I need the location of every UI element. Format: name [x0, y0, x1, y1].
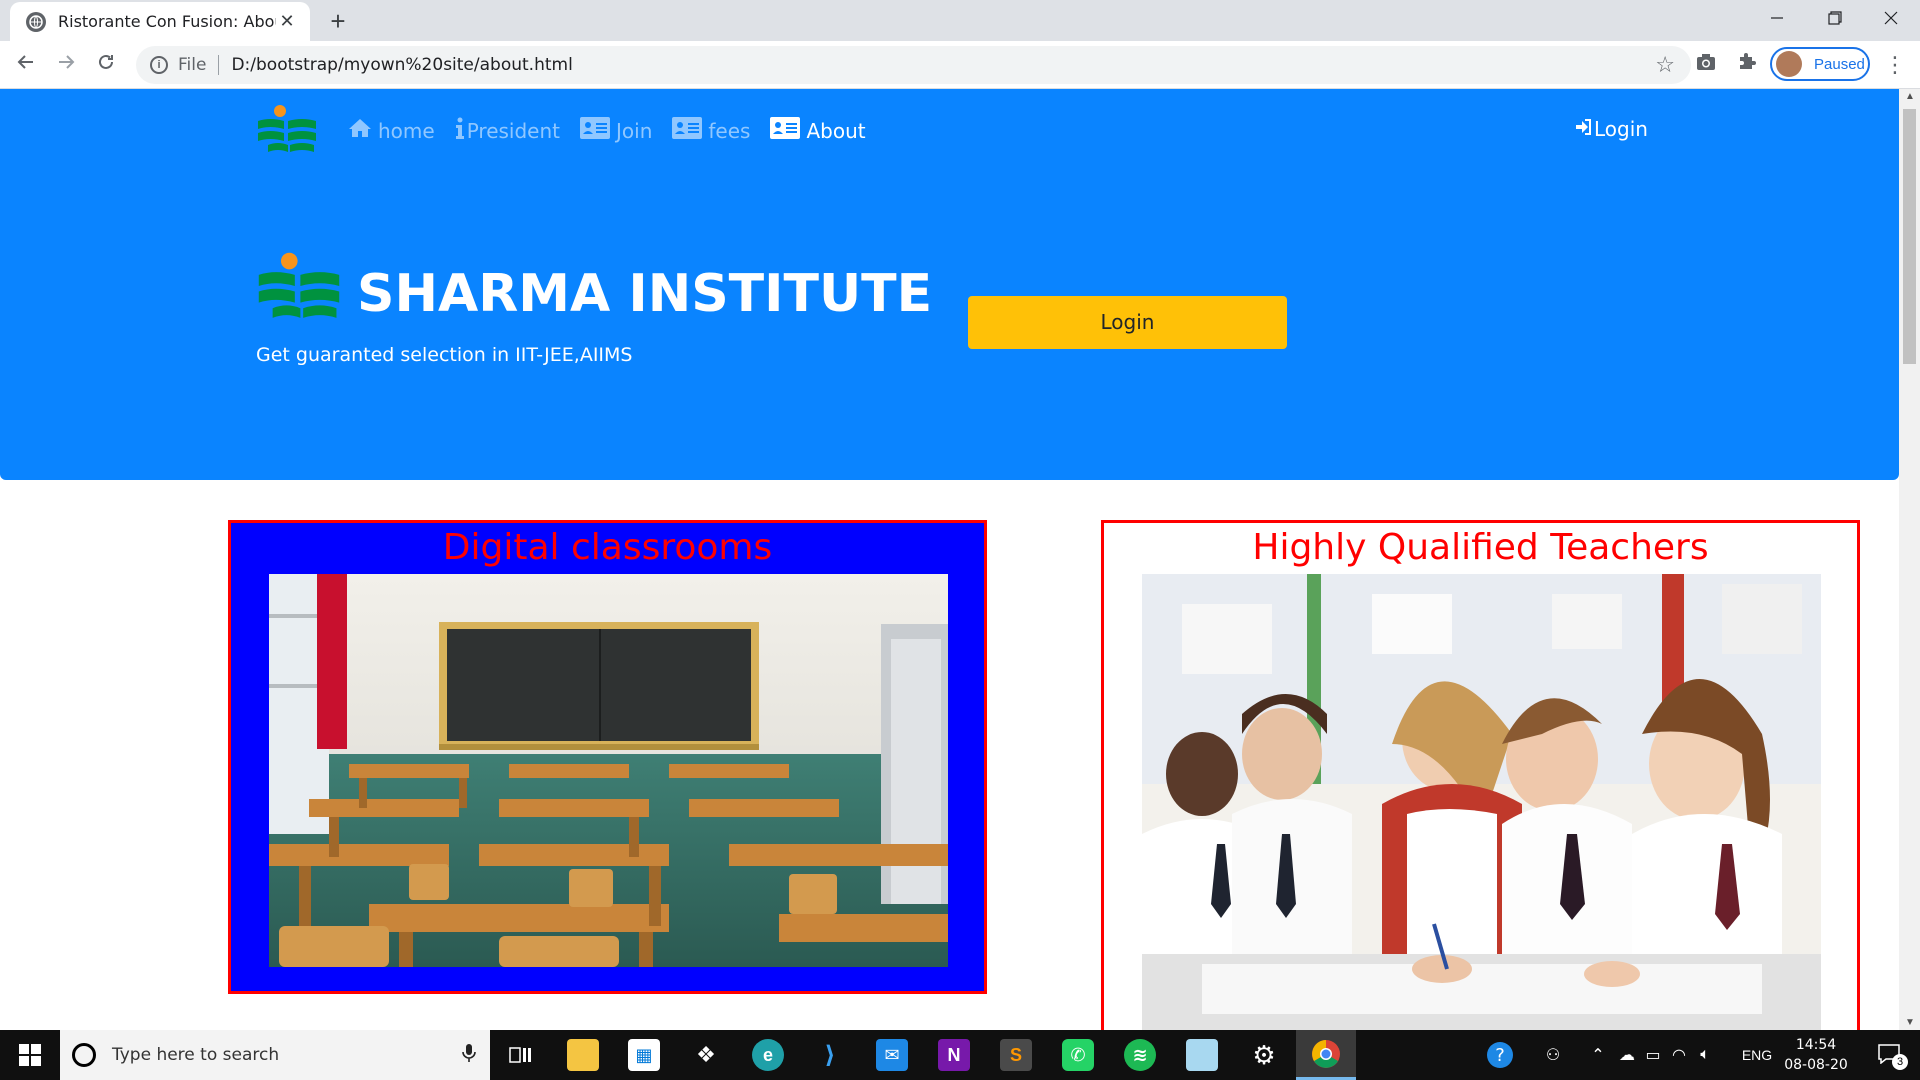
url-text[interactable]: D:/bootstrap/myown%20site/about.html [231, 55, 572, 75]
address-bar[interactable]: i File D:/bootstrap/myown%20site/about.h… [136, 46, 1691, 84]
sign-in-icon [1576, 117, 1592, 141]
restore-icon[interactable] [1806, 0, 1864, 41]
onedrive-icon[interactable]: ☁ [1614, 1030, 1640, 1080]
language-indicator[interactable]: ENG [1740, 1030, 1774, 1080]
tab-title: Ristorante Con Fusion: About Us [58, 12, 276, 31]
close-tab-icon[interactable]: ✕ [276, 11, 298, 32]
card-title: Digital classrooms [442, 527, 773, 568]
task-view-icon[interactable] [490, 1030, 550, 1080]
nav-item-label: Join [616, 118, 653, 143]
file-explorer-icon[interactable] [553, 1030, 613, 1080]
microphone-icon[interactable] [462, 1043, 476, 1068]
brand-logo[interactable] [256, 105, 318, 153]
nav-item-label: President [466, 118, 560, 143]
navbar-login-link[interactable]: Login [1576, 117, 1648, 141]
hero-subtitle: Get guaranted selection in IIT-JEE,AIIMS [256, 344, 633, 366]
notes-app-icon[interactable] [1172, 1030, 1232, 1080]
nav-item-label: About [806, 118, 866, 143]
browser-toolbar: i File D:/bootstrap/myown%20site/about.h… [0, 41, 1920, 89]
windows-start-icon[interactable] [0, 1030, 60, 1080]
store-icon[interactable]: ▦ [614, 1030, 674, 1080]
camera-icon[interactable] [1692, 51, 1720, 79]
bookmark-star-icon[interactable]: ☆ [1655, 52, 1675, 78]
dropbox-icon[interactable]: ❖ [676, 1030, 736, 1080]
nav-item-about[interactable]: About [770, 117, 866, 144]
profile-button[interactable]: Paused [1770, 47, 1870, 81]
mail-icon[interactable]: ✉ [862, 1030, 922, 1080]
info-icon [455, 117, 465, 144]
chevron-up-icon[interactable]: ⌃ [1585, 1030, 1611, 1080]
sublime-text-icon[interactable]: S [986, 1030, 1046, 1080]
nav-item-president[interactable]: President [455, 117, 560, 144]
scrollbar-thumb[interactable] [1903, 109, 1916, 364]
info-icon[interactable]: i [150, 56, 168, 74]
institute-logo [258, 252, 340, 318]
back-arrow-icon[interactable] [8, 47, 44, 83]
address-card-icon [580, 117, 610, 144]
hero-login-button[interactable]: Login [968, 296, 1287, 349]
windows-taskbar: Type here to search ▦ ❖ e ⟩ ✉ N S ✆ ≋ ⚙ … [0, 1030, 1920, 1080]
nav-item-fees[interactable]: fees [672, 117, 750, 144]
svg-text:?: ? [1495, 1045, 1505, 1066]
more-menu-icon[interactable]: ⋮ [1884, 51, 1906, 79]
cortana-icon [72, 1043, 96, 1067]
nav-links: home President Join fees About [348, 117, 886, 144]
feature-card-classrooms: Digital classrooms [228, 520, 987, 994]
omnibox-separator [218, 55, 220, 75]
taskbar-clock[interactable]: 14:54 08-08-20 [1776, 1035, 1856, 1075]
nav-item-join[interactable]: Join [580, 117, 652, 144]
classroom-photo [269, 574, 948, 967]
url-scheme: File [178, 55, 207, 75]
new-tab-button[interactable]: + [322, 6, 354, 38]
profile-status: Paused [1814, 55, 1865, 73]
search-placeholder: Type here to search [112, 1045, 280, 1065]
edge-browser-icon[interactable]: e [738, 1030, 798, 1080]
hero-jumbotron: SHARMA INSTITUTE Get guaranted selection… [0, 174, 1899, 480]
whatsapp-icon[interactable]: ✆ [1048, 1030, 1108, 1080]
home-icon [348, 118, 372, 143]
students-writing-photo [1142, 574, 1821, 1030]
clock-time: 14:54 [1795, 1037, 1837, 1053]
page-viewport: home President Join fees About Login SHA… [0, 89, 1899, 1030]
help-icon[interactable]: ? [1480, 1030, 1520, 1080]
page-title: SHARMA INSTITUTE [357, 264, 933, 324]
people-icon[interactable]: ⚇ [1535, 1030, 1571, 1080]
notification-count-badge: 3 [1892, 1054, 1908, 1070]
reload-icon[interactable] [88, 47, 124, 83]
avatar [1776, 51, 1802, 77]
clock-date: 08-08-20 [1784, 1057, 1848, 1073]
extensions-puzzle-icon[interactable] [1733, 51, 1761, 79]
page-scrollbar[interactable]: ▲ ▼ [1899, 89, 1920, 1030]
settings-gear-icon[interactable]: ⚙ [1234, 1030, 1294, 1080]
minimize-icon[interactable] [1748, 0, 1806, 41]
browser-tab-strip: Ristorante Con Fusion: About Us ✕ + [0, 0, 1920, 41]
spotify-icon[interactable]: ≋ [1110, 1030, 1170, 1080]
vscode-icon[interactable]: ⟩ [800, 1030, 860, 1080]
chrome-icon[interactable] [1296, 1030, 1356, 1080]
battery-icon[interactable]: ▭ [1640, 1030, 1666, 1080]
address-card-icon [770, 117, 801, 144]
wifi-icon[interactable]: ◠ [1666, 1030, 1692, 1080]
nav-item-label: home [378, 118, 435, 143]
scroll-down-arrow-icon[interactable]: ▼ [1905, 1017, 1915, 1028]
card-title: Highly Qualified Teachers [1252, 527, 1709, 568]
site-navbar: home President Join fees About Login [0, 89, 1899, 174]
address-card-icon [672, 117, 703, 144]
nav-item-home[interactable]: home [348, 118, 435, 143]
notifications-icon[interactable]: 3 [1868, 1030, 1912, 1080]
nav-item-label: fees [708, 118, 751, 143]
volume-icon[interactable]: 🔈︎ [1692, 1030, 1718, 1080]
forward-arrow-icon[interactable] [48, 47, 84, 83]
feature-card-teachers: Highly Qualified Teachers [1101, 520, 1860, 1030]
taskbar-search-input[interactable]: Type here to search [60, 1030, 490, 1080]
close-window-icon[interactable] [1862, 0, 1920, 41]
browser-tab[interactable]: Ristorante Con Fusion: About Us ✕ [10, 2, 310, 41]
scroll-up-arrow-icon[interactable]: ▲ [1905, 91, 1915, 102]
navbar-login-label: Login [1594, 117, 1648, 141]
onenote-icon[interactable]: N [924, 1030, 984, 1080]
globe-icon [26, 11, 46, 32]
